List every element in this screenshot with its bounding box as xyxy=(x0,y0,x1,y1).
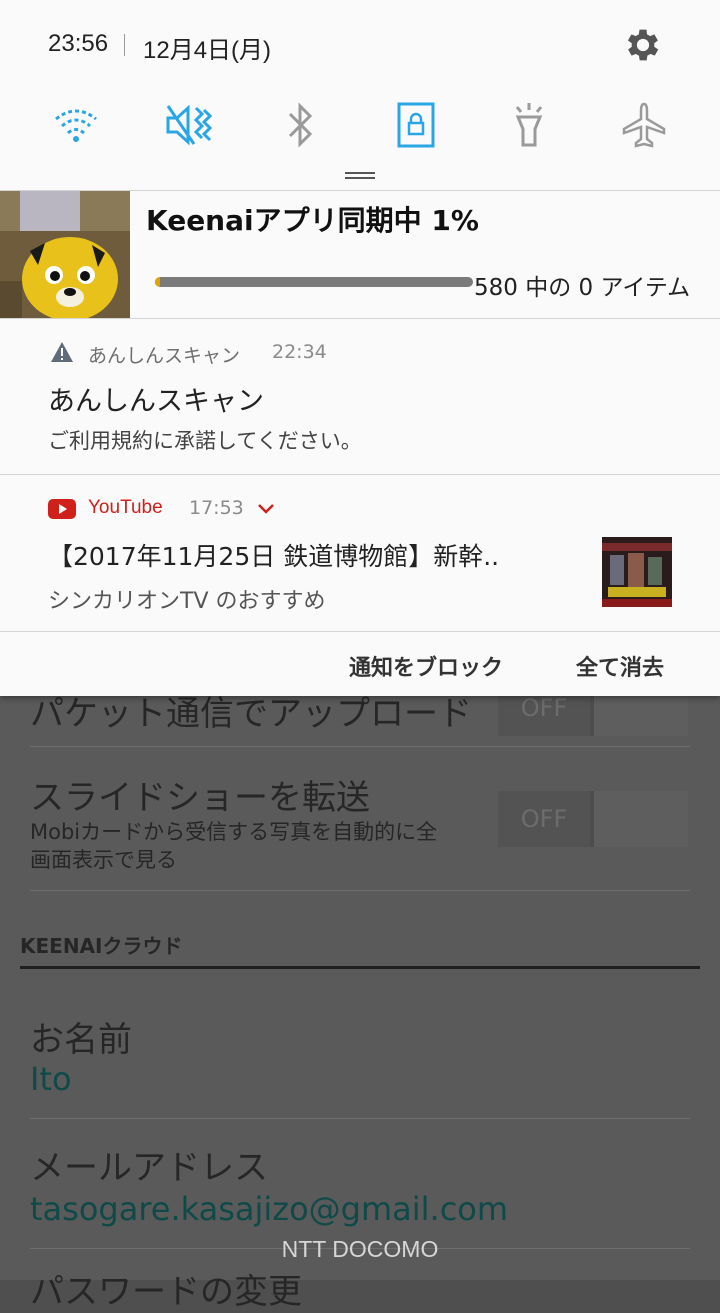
bluetooth-icon[interactable] xyxy=(266,90,336,160)
notification-time: 22:34 xyxy=(272,341,327,363)
screen-rotation-lock-icon[interactable] xyxy=(381,90,451,160)
notification-anshin-scan[interactable]: あんしんスキャン 22:34 あんしんスキャン ご利用規約に承諾してください。 xyxy=(0,318,720,475)
section-divider xyxy=(20,966,700,969)
slideshow-description-line2: 画面表示で見る xyxy=(30,848,177,872)
notification-time: 17:53 xyxy=(189,497,244,519)
notification-app-name: あんしんスキャン xyxy=(88,345,241,367)
notification-app-name: YouTube xyxy=(88,497,163,518)
notification-title: 【2017年11月25日 鉄道博物館】新幹.. xyxy=(48,542,500,571)
vibrate-icon[interactable] xyxy=(154,90,224,160)
video-thumbnail-image[interactable] xyxy=(602,537,672,607)
settings-gear-icon[interactable] xyxy=(622,24,664,66)
slideshow-toggle[interactable]: OFF xyxy=(498,791,688,847)
flashlight-icon[interactable] xyxy=(494,90,564,160)
notification-text: ご利用規約に承諾してください。 xyxy=(48,429,362,453)
divider xyxy=(30,890,690,891)
drag-handle[interactable] xyxy=(345,177,375,179)
notification-youtube[interactable]: YouTube 17:53 【2017年11月25日 鉄道博物館】新幹.. シン… xyxy=(0,474,720,631)
toggle-off-label: OFF xyxy=(498,791,590,847)
toggle-thumb xyxy=(594,791,688,847)
notification-subtitle: シンカリオンTV のおすすめ xyxy=(48,589,326,614)
carrier-label: NTT DOCOMO xyxy=(281,1236,439,1262)
divider xyxy=(30,746,690,747)
clear-all-button[interactable]: 全て消去 xyxy=(576,650,664,682)
block-notifications-button[interactable]: 通知をブロック xyxy=(349,650,503,682)
status-header: 23:56 12月4日(月) xyxy=(0,0,720,90)
email-value[interactable]: tasogare.kasajizo@gmail.com xyxy=(30,1190,690,1228)
keenai-thumbnail-image xyxy=(0,191,130,319)
name-label: お名前 xyxy=(30,1020,132,1060)
name-value[interactable]: Ito xyxy=(30,1060,690,1098)
sync-progress-fill xyxy=(155,277,160,287)
chevron-down-icon[interactable] xyxy=(256,501,276,520)
notification-shade: 23:56 12月4日(月) Keenaiアプリ同期中 1% 580 中の 0 … xyxy=(0,0,720,696)
drag-handle[interactable] xyxy=(345,172,375,174)
airplane-mode-icon[interactable] xyxy=(609,90,679,160)
youtube-logo-icon xyxy=(48,499,76,523)
clock: 23:56 xyxy=(48,30,109,57)
password-change-label[interactable]: パスワードの変更 xyxy=(30,1264,690,1313)
date[interactable]: 12月4日(月) xyxy=(143,30,271,65)
sync-item-count: 580 中の 0 アイテム xyxy=(474,275,691,301)
warning-icon xyxy=(50,341,74,367)
notification-keenai-sync[interactable]: Keenaiアプリ同期中 1% 580 中の 0 アイテム xyxy=(0,190,720,319)
wifi-icon[interactable] xyxy=(41,90,111,160)
section-header-keenai-cloud: KEENAIクラウド xyxy=(20,934,183,958)
notification-title: あんしんスキャン xyxy=(48,386,264,417)
sync-progress-bar xyxy=(155,277,473,287)
divider xyxy=(30,1118,690,1119)
separator xyxy=(124,34,125,56)
notification-actions-bar: 通知をブロック 全て消去 xyxy=(0,631,720,696)
keenai-sync-title: Keenaiアプリ同期中 1% xyxy=(146,204,479,237)
email-label: メールアドレス xyxy=(30,1148,268,1188)
quick-settings-row xyxy=(0,90,720,160)
